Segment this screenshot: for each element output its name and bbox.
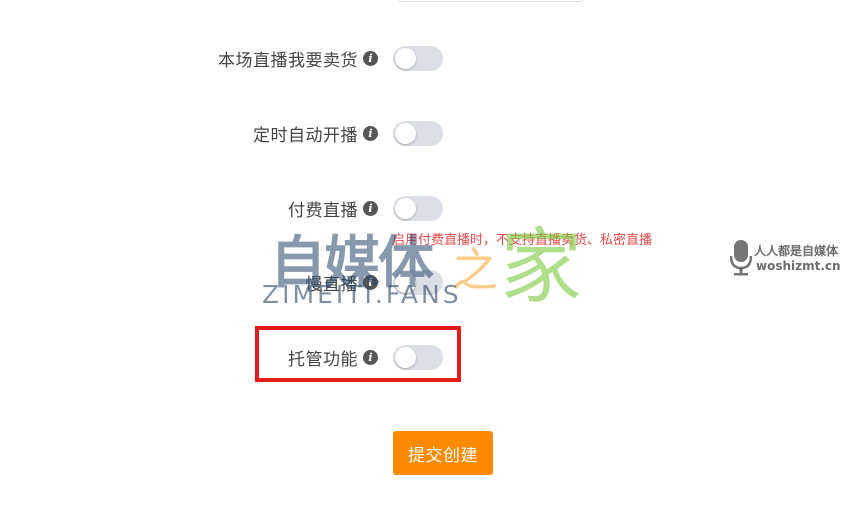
info-icon[interactable]: i — [363, 125, 378, 141]
paid-live-label: 付费直播 — [288, 200, 358, 221]
switch-knob — [395, 272, 416, 293]
form-row-paid-live: 付费直播 i — [0, 193, 852, 223]
switch-knob — [395, 48, 416, 69]
info-icon[interactable]: i — [363, 200, 378, 216]
paid-live-hint-row: 启用付费直播时，不支持直播卖货、私密直播 — [0, 233, 852, 253]
form-row-sell-goods: 本场直播我要卖货 i — [0, 43, 852, 73]
paid-live-hint: 启用付费直播时，不支持直播卖货、私密直播 — [392, 233, 653, 248]
sell-goods-switch[interactable] — [393, 46, 443, 71]
scheduled-start-switch[interactable] — [393, 121, 443, 146]
slow-live-switch[interactable] — [393, 270, 443, 295]
paid-live-switch[interactable] — [393, 196, 443, 221]
submit-create-button[interactable]: 提交创建 — [393, 431, 493, 475]
previous-field-input[interactable] — [398, 0, 584, 2]
form-row-scheduled-start: 定时自动开播 i — [0, 118, 852, 148]
scheduled-start-label: 定时自动开播 — [253, 125, 358, 146]
highlight-annotation-box — [255, 326, 461, 382]
form-row-slow-live: 慢直播 i — [0, 267, 852, 297]
info-icon[interactable]: i — [363, 274, 378, 290]
slow-live-label: 慢直播 — [305, 274, 358, 295]
info-icon[interactable]: i — [363, 50, 378, 66]
switch-knob — [395, 198, 416, 219]
sell-goods-label: 本场直播我要卖货 — [218, 50, 358, 71]
switch-knob — [395, 123, 416, 144]
